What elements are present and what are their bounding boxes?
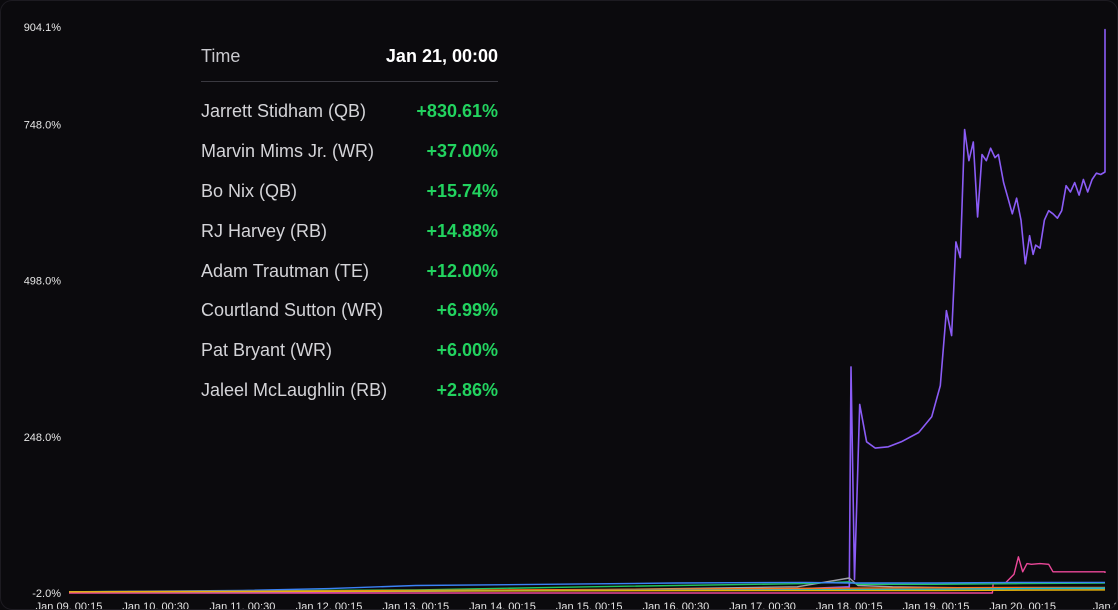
y-axis: 904.1% 748.0% 498.0% 248.0% -2.0%: [24, 22, 62, 600]
x-tick-label: Jan 17, 00:30: [729, 601, 796, 610]
tooltip-row: Jaleel McLaughlin (RB) +2.86%: [201, 371, 498, 411]
tooltip-row: Marvin Mims Jr. (WR) +37.00%: [201, 132, 498, 172]
tooltip-time-value: Jan 21, 00:00: [385, 45, 498, 66]
x-tick-label: Jan 13, 00:15: [382, 601, 449, 610]
y-tick-label: -2.0%: [32, 588, 61, 600]
tooltip-row: Pat Bryant (WR) +6.00%: [201, 331, 498, 371]
player-change: +830.61%: [416, 101, 498, 122]
tooltip-row: Jarrett Stidham (QB) +830.61%: [201, 92, 498, 132]
tooltip-row: Courtland Sutton (WR) +6.99%: [201, 291, 498, 331]
x-tick-label: Jan 12, 00:15: [296, 601, 363, 610]
tooltip-row: Adam Trautman (TE) +12.00%: [201, 251, 498, 291]
x-tick-label: Jan 21: [1093, 601, 1118, 610]
x-tick-label: Jan 09, 00:15: [36, 601, 103, 610]
x-axis: Jan 09, 00:15 Jan 10, 00:30 Jan 11, 00:30 J…: [36, 601, 1118, 610]
player-name: Jarrett Stidham (QB): [201, 101, 367, 122]
y-tick-label: 248.0%: [24, 432, 62, 444]
player-change: +6.00%: [436, 340, 498, 361]
tooltip-row: Bo Nix (QB) +15.74%: [201, 172, 498, 212]
player-change: +15.74%: [426, 180, 498, 201]
tooltip-header: Time Jan 21, 00:00: [201, 41, 498, 82]
player-name: Adam Trautman (TE): [201, 260, 370, 281]
y-tick-label: 904.1%: [24, 22, 62, 34]
x-tick-label: Jan 15, 00:15: [556, 601, 623, 610]
tooltip: Time Jan 21, 00:00 Jarrett Stidham (QB) …: [201, 41, 498, 410]
line-chart[interactable]: 904.1% 748.0% 498.0% 248.0% -2.0% Jan 09, 00…: [1, 1, 1118, 610]
player-change: +37.00%: [426, 141, 498, 162]
player-name: Bo Nix (QB): [201, 180, 298, 201]
x-tick-label: Jan 10, 00:30: [122, 601, 189, 610]
player-name: Courtland Sutton (WR): [201, 300, 384, 321]
x-tick-label: Jan 11, 00:30: [209, 601, 275, 610]
player-change: +14.88%: [426, 220, 498, 241]
player-name: Marvin Mims Jr. (WR): [201, 141, 374, 162]
chart-panel: 904.1% 748.0% 498.0% 248.0% -2.0% Jan 09, 00…: [0, 0, 1118, 610]
player-name: Pat Bryant (WR): [201, 340, 333, 361]
x-tick-label: Jan 20, 00:15: [989, 601, 1056, 610]
x-tick-label: Jan 16, 00:30: [643, 601, 710, 610]
player-change: +2.86%: [436, 379, 498, 400]
player-name: Jaleel McLaughlin (RB): [201, 379, 388, 400]
player-change: +12.00%: [426, 260, 498, 281]
x-tick-label: Jan 19, 00:15: [903, 601, 970, 610]
player-name: RJ Harvey (RB): [201, 220, 328, 241]
tooltip-time-label: Time: [201, 45, 241, 66]
tooltip-row: RJ Harvey (RB) +14.88%: [201, 211, 498, 251]
y-tick-label: 748.0%: [24, 120, 62, 132]
x-tick-label: Jan 18, 00:15: [816, 601, 883, 610]
y-tick-label: 498.0%: [24, 276, 62, 288]
x-tick-label: Jan 14, 00:15: [469, 601, 536, 610]
player-change: +6.99%: [436, 300, 498, 321]
